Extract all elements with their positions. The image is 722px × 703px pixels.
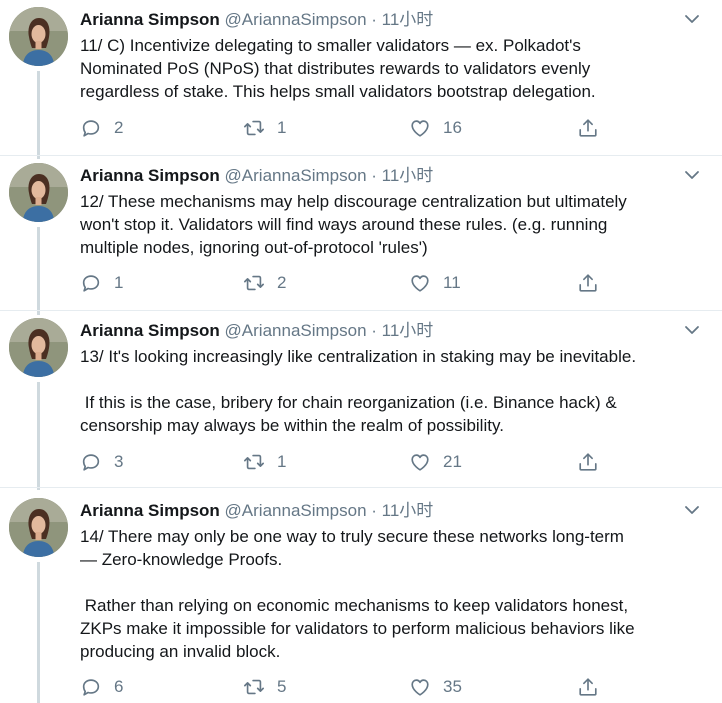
reply-button[interactable]: 6 (80, 674, 123, 700)
author-handle[interactable]: @AriannaSimpson (225, 10, 367, 29)
heart-icon (409, 117, 431, 139)
share-button[interactable] (577, 674, 611, 700)
chevron-down-icon[interactable] (683, 503, 701, 517)
tweet-actions: 6 5 35 (0, 674, 722, 700)
author-name[interactable]: Arianna Simpson (80, 166, 220, 185)
author-handle[interactable]: @AriannaSimpson (225, 321, 367, 340)
tweet-header: Arianna Simpson @AriannaSimpson · 11小时 (80, 9, 433, 31)
avatar[interactable] (9, 498, 68, 557)
reply-button[interactable]: 3 (80, 449, 123, 475)
avatar[interactable] (9, 318, 68, 377)
tweet-actions: 1 2 11 (0, 270, 722, 296)
tweet-timestamp[interactable]: · 11小时 (367, 321, 433, 340)
tweet-text: 12/ These mechanisms may help discourage… (80, 192, 627, 257)
retweet-count: 5 (277, 677, 287, 696)
reply-icon (80, 117, 102, 139)
share-icon (577, 272, 599, 294)
like-count: 11 (443, 273, 461, 292)
reply-count: 6 (114, 677, 124, 696)
share-button[interactable] (577, 449, 611, 475)
like-button[interactable]: 21 (409, 449, 462, 475)
avatar[interactable] (9, 163, 68, 222)
tweet-timestamp[interactable]: · 11小时 (367, 501, 433, 520)
tweet-timestamp[interactable]: · 11小时 (367, 10, 433, 29)
tweet[interactable]: Arianna Simpson @AriannaSimpson · 11小时 1… (0, 0, 722, 155)
retweet-button[interactable]: 1 (243, 115, 286, 141)
tweet[interactable]: Arianna Simpson @AriannaSimpson · 11小时 1… (0, 491, 722, 703)
tweet-text: 14/ There may only be one way to truly s… (80, 527, 635, 661)
reply-icon (80, 451, 102, 473)
heart-icon (409, 451, 431, 473)
tweet[interactable]: Arianna Simpson @AriannaSimpson · 11小时 1… (0, 156, 722, 310)
heart-icon (409, 272, 431, 294)
like-count: 16 (443, 118, 462, 137)
reply-count: 2 (114, 118, 124, 137)
reply-button[interactable]: 1 (80, 270, 123, 296)
retweet-count: 2 (277, 273, 287, 292)
retweet-button[interactable]: 5 (243, 674, 286, 700)
retweet-button[interactable]: 1 (243, 449, 286, 475)
chevron-down-icon[interactable] (683, 168, 701, 182)
author-handle[interactable]: @AriannaSimpson (225, 166, 367, 185)
chevron-down-icon[interactable] (683, 323, 701, 337)
tweet-timestamp[interactable]: · 11小时 (367, 166, 433, 185)
share-icon (577, 117, 599, 139)
reply-button[interactable]: 2 (80, 115, 123, 141)
tweet-header: Arianna Simpson @AriannaSimpson · 11小时 (80, 320, 433, 342)
retweet-icon (243, 272, 265, 294)
like-button[interactable]: 16 (409, 115, 462, 141)
share-button[interactable] (577, 115, 611, 141)
retweet-count: 1 (277, 452, 287, 471)
reply-icon (80, 676, 102, 698)
like-button[interactable]: 35 (409, 674, 462, 700)
retweet-icon (243, 451, 265, 473)
share-icon (577, 676, 599, 698)
share-icon (577, 451, 599, 473)
share-button[interactable] (577, 270, 611, 296)
retweet-icon (243, 676, 265, 698)
chevron-down-icon[interactable] (683, 12, 701, 26)
tweet-actions: 3 1 21 (0, 449, 722, 475)
avatar[interactable] (9, 7, 68, 66)
author-name[interactable]: Arianna Simpson (80, 321, 220, 340)
like-count: 21 (443, 452, 462, 471)
author-name[interactable]: Arianna Simpson (80, 10, 220, 29)
like-count: 35 (443, 677, 462, 696)
heart-icon (409, 676, 431, 698)
tweet-actions: 2 1 16 (0, 115, 722, 141)
retweet-icon (243, 117, 265, 139)
divider (0, 487, 722, 488)
retweet-button[interactable]: 2 (243, 270, 286, 296)
reply-count: 1 (114, 273, 124, 292)
reply-count: 3 (114, 452, 124, 471)
author-name[interactable]: Arianna Simpson (80, 501, 220, 520)
author-handle[interactable]: @AriannaSimpson (225, 501, 367, 520)
tweet[interactable]: Arianna Simpson @AriannaSimpson · 11小时 1… (0, 311, 722, 486)
tweet-text: 13/ It's looking increasingly like centr… (80, 347, 637, 435)
tweet-header: Arianna Simpson @AriannaSimpson · 11小时 (80, 500, 433, 522)
like-button[interactable]: 11 (409, 270, 461, 296)
tweet-text: 11/ C) Incentivize delegating to smaller… (80, 36, 596, 101)
retweet-count: 1 (277, 118, 287, 137)
tweet-header: Arianna Simpson @AriannaSimpson · 11小时 (80, 165, 433, 187)
reply-icon (80, 272, 102, 294)
